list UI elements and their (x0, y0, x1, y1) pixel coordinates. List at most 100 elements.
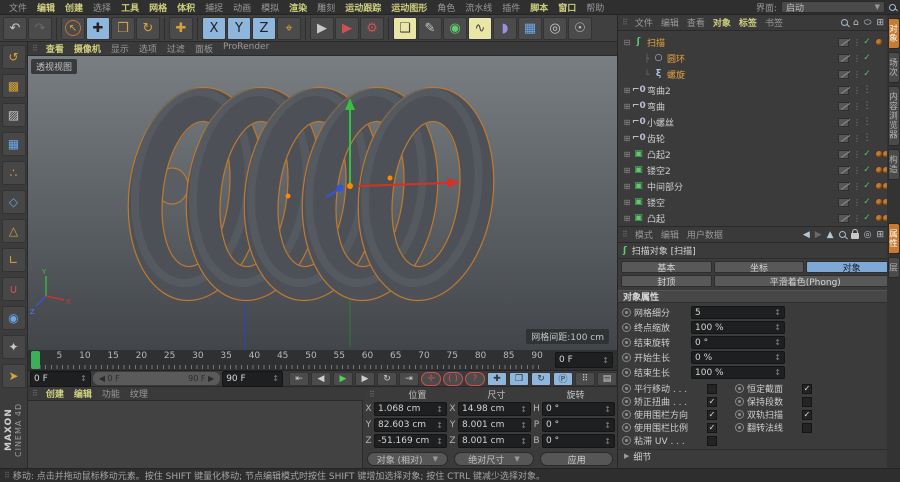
snapping-button[interactable]: ∪ (1, 277, 26, 301)
parent-object-icon[interactable]: ▲ (827, 230, 834, 240)
animation-dot-icon[interactable] (735, 397, 744, 406)
grip-icon[interactable]: ⠿ (365, 390, 378, 399)
animation-dot-icon[interactable] (622, 308, 631, 317)
quantize-button[interactable]: ◉ (1, 306, 26, 330)
axis-mode-button[interactable]: ∟ (1, 248, 26, 272)
layer-toggle[interactable] (838, 149, 849, 159)
menu-文件[interactable]: 文件 (4, 1, 32, 14)
workplane-mode-button[interactable]: ▦ (1, 132, 26, 156)
search-icon[interactable] (841, 19, 849, 26)
move-tool[interactable]: ✚ (86, 16, 110, 40)
material-tag-icon[interactable] (876, 151, 882, 157)
dock-tab-内容浏览器[interactable]: 内容浏览器 (887, 86, 900, 146)
visibility-dots[interactable]: ⋮ (853, 86, 861, 95)
viewport-menu-过滤[interactable]: 过滤 (162, 42, 190, 55)
coord-field-位置-X[interactable]: 1.068 cm ↕ (374, 402, 447, 416)
play-forwards-button[interactable]: ▶ (333, 371, 354, 386)
menu-渲染[interactable]: 渲染 (284, 1, 312, 14)
visibility-dots[interactable]: ⋮ (853, 70, 861, 79)
stepper-icon[interactable]: ↕ (774, 323, 781, 332)
stepper-icon[interactable]: ↕ (604, 405, 611, 414)
lock-y-axis-button[interactable]: Y (227, 16, 251, 40)
lock-x-axis-button[interactable]: X (202, 16, 226, 40)
redo-button[interactable]: ↷ (28, 16, 52, 40)
goto-start-button[interactable]: ⇤ (289, 371, 310, 386)
grip-icon[interactable]: ⠿ (28, 389, 41, 398)
menu-雕刻[interactable]: 雕刻 (312, 1, 340, 14)
menu-动画[interactable]: 动画 (228, 1, 256, 14)
tree-row-扫描[interactable]: ⊟ ʃ 扫描 ⋮ ✓ (618, 34, 900, 50)
tab-坐标[interactable]: 坐标 (713, 261, 805, 274)
tree-row-弯曲[interactable]: ⊞ ⌐0 弯曲 ⋮ ⋮ (618, 98, 900, 114)
tree-row-镂空2[interactable]: ⊞ ▣ 镂空2 ⋮ ✓ (618, 162, 900, 178)
visibility-dots[interactable]: ⋮ (853, 38, 861, 47)
goto-end-button[interactable]: ⇥ (399, 371, 420, 386)
model-mode-button[interactable]: ▩ (1, 74, 26, 98)
tree-row-镂空[interactable]: ⊞ ▣ 镂空 ⋮ ✓ (618, 194, 900, 210)
lock-z-axis-button[interactable]: Z (252, 16, 276, 40)
layer-toggle[interactable] (838, 165, 849, 175)
visibility-dots[interactable]: ⋮ (853, 134, 861, 143)
tab-基本[interactable]: 基本 (621, 261, 712, 274)
object-name[interactable]: 扫描 (647, 36, 665, 49)
origin-handle[interactable] (347, 183, 353, 189)
frame-field[interactable]: 0 F ↕ (30, 370, 91, 387)
viewport-solo-button[interactable]: ➤ (1, 364, 26, 388)
expand-toggle-icon[interactable]: ⊞ (622, 150, 632, 159)
object-name[interactable]: 中间部分 (647, 180, 683, 193)
size-mode-dropdown[interactable]: 绝对尺寸 ▼ (453, 452, 535, 466)
tree-row-螺旋[interactable]: └ ξ 螺旋 ⋮ ✓ (618, 66, 900, 82)
frame-range-slider[interactable]: ◀ 0 F 90 F ▶ (92, 372, 221, 385)
animation-dot-icon[interactable] (735, 410, 744, 419)
history-back-icon[interactable]: ◀ (803, 230, 810, 240)
material-tag-icon[interactable] (876, 183, 882, 189)
animation-dot-icon[interactable] (622, 384, 631, 393)
visibility-dots[interactable]: ⋮ (853, 198, 861, 207)
camera-button[interactable]: ◎ (543, 16, 567, 40)
expand-toggle-icon[interactable]: ⊞ (622, 166, 632, 175)
viewport-menu-摄像机[interactable]: 摄像机 (69, 42, 106, 55)
viewport-menu-面板[interactable]: 面板 (190, 42, 218, 55)
stepper-icon[interactable]: ↕ (774, 353, 781, 362)
object-name[interactable]: 小螺丝 (647, 116, 674, 129)
menu-体积[interactable]: 体积 (172, 1, 200, 14)
object-name[interactable]: 凸起 (647, 212, 665, 225)
coord-field-旋转-P[interactable]: 0 ° ↕ (542, 418, 615, 432)
coord-field-尺寸-Z[interactable]: 8.001 cm ↕ (458, 434, 531, 448)
material-menu-功能[interactable]: 功能 (97, 387, 125, 400)
material-tag-icon[interactable] (876, 215, 882, 221)
undo-button[interactable]: ↶ (3, 16, 27, 40)
key-rotation-button[interactable]: ↻ (531, 371, 552, 386)
stepper-icon[interactable]: ↕ (80, 374, 87, 383)
coordinate-system-button[interactable]: ⌖ (277, 16, 301, 40)
enable-toggle[interactable]: ✓ (862, 37, 872, 47)
enable-toggle[interactable]: ⋮ (862, 133, 872, 143)
object-menu-编辑[interactable]: 编辑 (657, 16, 683, 29)
coord-field-尺寸-X[interactable]: 14.98 cm ↕ (458, 402, 531, 416)
end-frame-field[interactable]: 90 F ↕ (222, 370, 284, 387)
menu-工具[interactable]: 工具 (116, 1, 144, 14)
key-position-button[interactable]: ✚ (487, 371, 508, 386)
object-name[interactable]: 镂空 (647, 196, 665, 209)
spline-point[interactable] (285, 193, 291, 199)
menu-帮助[interactable]: 帮助 (581, 1, 609, 14)
menu-网格[interactable]: 网格 (144, 1, 172, 14)
property-field-结束旋转[interactable]: 0 ° ↕ (691, 336, 785, 349)
apply-button[interactable]: 应用 (540, 452, 614, 466)
layer-toggle[interactable] (838, 197, 849, 207)
keyframe-selection-button[interactable]: ? (465, 371, 486, 386)
menu-窗口[interactable]: 窗口 (553, 1, 581, 14)
menu-角色[interactable]: 角色 (432, 1, 460, 14)
menu-脚本[interactable]: 脚本 (525, 1, 553, 14)
material-menu-创建[interactable]: 创建 (41, 387, 69, 400)
lock-icon[interactable] (850, 229, 859, 239)
key-scale-button[interactable]: ❒ (509, 371, 530, 386)
coord-field-位置-Z[interactable]: -51.169 cm ↕ (374, 434, 447, 448)
stepper-icon[interactable]: ↕ (774, 308, 781, 317)
object-name[interactable]: 螺旋 (667, 68, 685, 81)
timeline-ruler[interactable]: 051015202530354045505560657075808590 0 F… (28, 350, 617, 371)
enable-toggle[interactable]: ✓ (862, 213, 872, 223)
checkbox-恒定截面[interactable]: ✓ (802, 383, 812, 394)
visibility-dots[interactable]: ⋮ (853, 182, 861, 191)
grip-icon[interactable]: ⠿ (618, 18, 631, 27)
